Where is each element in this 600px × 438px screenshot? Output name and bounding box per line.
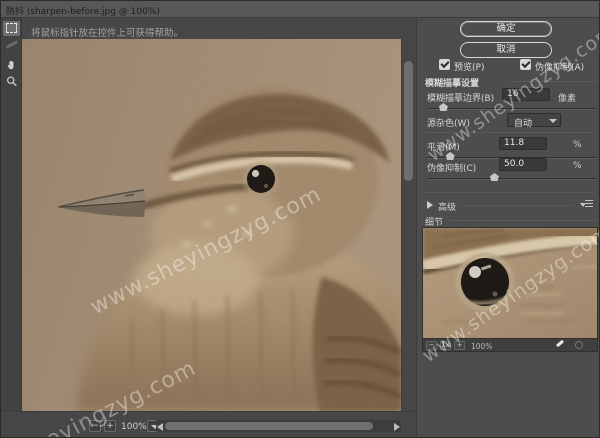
zoom-in-button[interactable]: + bbox=[104, 420, 116, 432]
shake-reduction-dialog: 防抖 (sharpen-before.jpg @ 100%) 将鼠标指针放在控件… bbox=[0, 0, 600, 438]
horizontal-scrollbar[interactable] bbox=[156, 420, 401, 432]
source-noise-value: 自动 bbox=[514, 116, 532, 129]
slider-track bbox=[427, 108, 597, 110]
preview-checkbox-label: 预览(P) bbox=[454, 60, 484, 73]
source-noise-dropdown[interactable]: 自动 bbox=[507, 113, 561, 127]
blur-estimation-tool-button[interactable] bbox=[3, 21, 20, 36]
hint-text: 将鼠标指针放在控件上可获得帮助。 bbox=[31, 25, 183, 39]
detail-loupe-bar: − 1x + 100% bbox=[422, 339, 598, 352]
divider bbox=[461, 205, 573, 206]
detail-bird-eye bbox=[423, 228, 598, 339]
hand-icon bbox=[6, 58, 18, 71]
scroll-right-icon[interactable] bbox=[394, 423, 400, 431]
vertical-scrollbar[interactable] bbox=[401, 39, 415, 411]
enhance-at-loupe-icon[interactable] bbox=[556, 340, 564, 347]
blur-trace-bounds-slider[interactable] bbox=[427, 102, 597, 111]
artifact-suppression-slider[interactable] bbox=[427, 172, 597, 181]
hand-tool-button[interactable] bbox=[3, 57, 20, 72]
chevron-down-icon bbox=[549, 119, 557, 123]
bird-photo bbox=[22, 39, 401, 411]
dialog-title: 防抖 (sharpen-before.jpg @ 100%) bbox=[6, 4, 160, 17]
blur-trace-settings-title: 模糊描摹设置 bbox=[425, 76, 479, 89]
ok-button[interactable]: 确定 bbox=[460, 21, 552, 37]
artifact-suppression-unit: % bbox=[573, 161, 582, 171]
slider-track bbox=[427, 178, 597, 180]
artifact-checkbox-label: 伪像抑制(A) bbox=[535, 60, 584, 73]
divider bbox=[449, 220, 597, 221]
advanced-disclosure-icon[interactable] bbox=[427, 201, 433, 209]
divider bbox=[425, 132, 595, 133]
magnifier-icon bbox=[6, 75, 18, 88]
tool-column bbox=[1, 18, 22, 411]
artifact-suppression-checkbox[interactable] bbox=[520, 59, 531, 70]
slider-thumb[interactable] bbox=[490, 173, 499, 181]
refresh-icon[interactable] bbox=[575, 341, 583, 349]
blur-estimation-icon bbox=[6, 23, 17, 33]
smoothing-unit: % bbox=[573, 140, 582, 150]
scroll-left-icon[interactable] bbox=[157, 423, 163, 431]
panel-menu-icon[interactable] bbox=[580, 200, 593, 209]
blur-trace-bounds-input[interactable]: 16 bbox=[502, 88, 550, 101]
source-noise-label: 源杂色(W) bbox=[427, 116, 470, 129]
dialog-titlebar[interactable]: 防抖 (sharpen-before.jpg @ 100%) bbox=[1, 1, 600, 18]
vertical-scrollbar-thumb[interactable] bbox=[404, 61, 413, 181]
options-row: 预览(P) 伪像抑制(A) bbox=[417, 58, 600, 71]
section-divider bbox=[509, 81, 597, 82]
blur-direction-tool-button[interactable] bbox=[3, 39, 20, 54]
loupe-zoom-in-button[interactable]: + bbox=[454, 341, 465, 350]
loupe-zoom-out-button[interactable]: − bbox=[426, 341, 437, 350]
preview-checkbox[interactable] bbox=[439, 59, 450, 70]
horizontal-scrollbar-thumb[interactable] bbox=[165, 422, 373, 430]
smoothing-input[interactable]: 11.8 bbox=[499, 137, 547, 150]
divider bbox=[425, 192, 595, 193]
zoom-tool-button[interactable] bbox=[3, 74, 20, 89]
advanced-section-label[interactable]: 高级 bbox=[438, 200, 456, 213]
loupe-zoom-level: 100% bbox=[471, 342, 492, 351]
slider-thumb[interactable] bbox=[446, 152, 455, 160]
slider-thumb[interactable] bbox=[439, 103, 448, 111]
loupe-1x-button[interactable]: 1x bbox=[440, 341, 451, 350]
cancel-button[interactable]: 取消 bbox=[460, 42, 552, 58]
zoom-level-value: 100% bbox=[121, 422, 147, 432]
artifact-suppression-input[interactable]: 50.0 bbox=[499, 158, 547, 171]
detail-loupe-image[interactable] bbox=[422, 227, 598, 339]
main-preview-image[interactable] bbox=[22, 39, 401, 411]
zoom-out-button[interactable]: − bbox=[89, 420, 101, 432]
settings-panel: 确定 取消 预览(P) 伪像抑制(A) 模糊描摹设置 模糊描摹边界(B) 16 … bbox=[416, 18, 600, 438]
blur-direction-icon bbox=[6, 40, 18, 48]
